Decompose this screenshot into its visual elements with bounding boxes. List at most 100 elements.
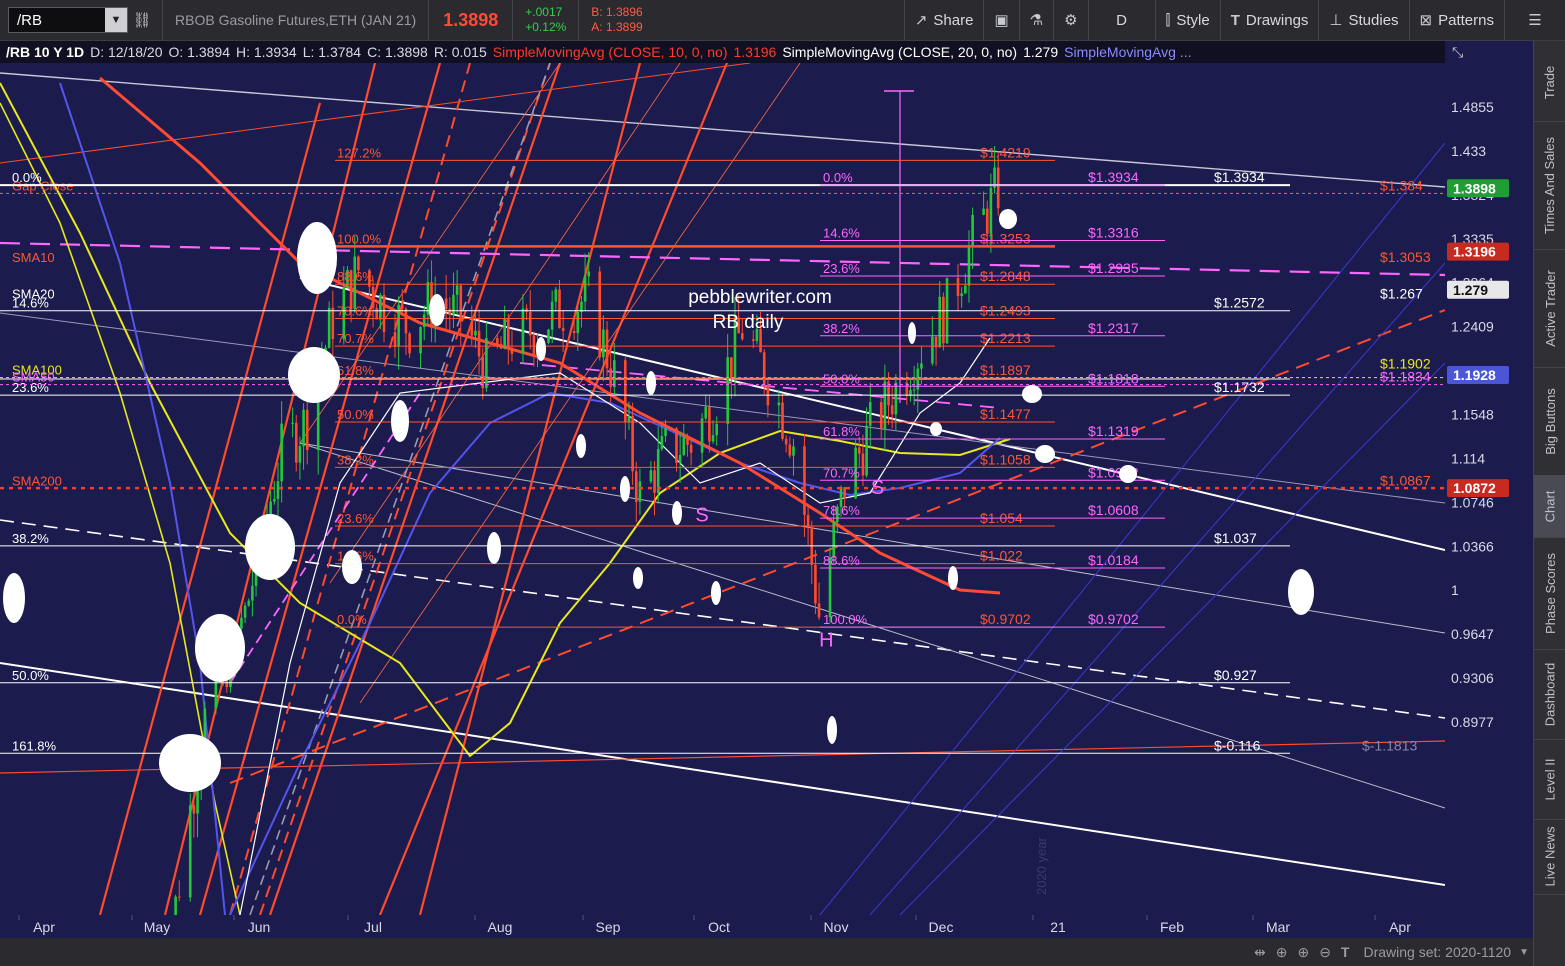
sidebar-tab-live-news[interactable]: Live News [1534, 819, 1565, 895]
ask-value: A: 1.3899 [591, 20, 643, 34]
chart-settings-button[interactable]: ▣ [983, 0, 1018, 40]
candle-bear [653, 470, 656, 493]
candle-bear [879, 402, 883, 429]
menu-button[interactable]: ☰ [1504, 0, 1565, 40]
fib-orange-value: $1.2493 [980, 302, 1031, 318]
sidebar-tab-big-buttons[interactable]: Big Buttons [1534, 367, 1565, 476]
time-tick-label: Jun [248, 919, 271, 935]
highlight-marker [195, 614, 245, 682]
fib-pink-value: $1.2317 [1088, 320, 1139, 336]
sidebar-tab-dashboard[interactable]: Dashboard [1534, 649, 1565, 740]
price-badge-label: 1.3898 [1453, 180, 1496, 196]
chevron-down-icon[interactable]: ▼ [1519, 947, 1529, 958]
fib-left-label: 38.2% [12, 531, 49, 546]
style-label: Style [1176, 11, 1210, 29]
sidebar-tab-trade[interactable]: Trade [1534, 43, 1565, 122]
candle-bull [894, 382, 898, 415]
price-chart[interactable]: 0.0%Gap CloseSMA10SMA2014.6%SMA100SMA502… [0, 63, 1445, 915]
sidebar-tab-active-trader[interactable]: Active Trader [1534, 249, 1565, 368]
candle-bear [525, 308, 528, 312]
candle-bull [638, 481, 642, 502]
sidebar-tab-phase-scores[interactable]: Phase Scores [1534, 537, 1565, 650]
highlight-marker [159, 734, 221, 792]
candle-bear [294, 422, 298, 463]
highlight-marker [999, 209, 1017, 229]
candle-bear [631, 416, 634, 472]
price-tick-label: 1.4855 [1451, 99, 1494, 115]
fib-orange-value: $0.9702 [980, 611, 1031, 627]
fib-orange-value: $1.3253 [980, 230, 1031, 246]
candle-bear [331, 307, 335, 340]
fib-pink-value: $1.0608 [1088, 502, 1139, 518]
time-tick-label: Feb [1160, 919, 1184, 935]
collapse-icon[interactable]: ⤡ [1452, 44, 1463, 61]
candle-bull [379, 294, 382, 320]
candle-bull [678, 455, 682, 463]
patterns-button[interactable]: ⊠ Patterns [1408, 0, 1504, 40]
zoom-in-icon[interactable]: ⊕ [1297, 944, 1309, 961]
sidebar-tab-level-ii[interactable]: Level II [1534, 739, 1565, 820]
candle-bull [726, 357, 729, 424]
sidebar-tab-chart[interactable]: Chart [1534, 475, 1565, 538]
drawings-button[interactable]: T Drawings [1219, 0, 1319, 40]
time-tick-label: Oct [708, 919, 730, 935]
net-change: +.0017 +0.12% [525, 5, 566, 35]
sidebar-tab-label: Times And Sales [1542, 136, 1558, 234]
highlight-marker [948, 566, 958, 590]
zoom-fit-icon[interactable]: ⇹ [1254, 944, 1266, 961]
symbol-selector[interactable]: /RB ▼ [8, 7, 128, 33]
level-price-label: $1.267 [1380, 285, 1423, 301]
level-price-label: $1.3934 [1214, 169, 1265, 185]
highlight-marker [827, 716, 837, 744]
candle-bull [649, 470, 653, 482]
chevron-down-icon[interactable]: ▼ [105, 8, 127, 32]
level-price-label: $1.384 [1380, 177, 1423, 193]
flask-icon: ⚗ [1029, 12, 1044, 29]
candle-bear [605, 329, 609, 369]
studies-lab-button[interactable]: ⚗ [1018, 0, 1053, 40]
menu-icon: ☰ [1528, 12, 1542, 29]
candle-bear [357, 256, 360, 271]
fib-left-label: 23.6% [12, 380, 49, 395]
fib-pink-label: 14.6% [823, 226, 860, 241]
fib-orange-value: $1.022 [980, 548, 1023, 564]
time-axis[interactable]: Apr May Jun Jul Aug Sep Oct Nov Dec 21 Feb Mar Apr [0, 915, 1445, 938]
header-symbol: /RB 10 Y 1D [6, 44, 85, 60]
share-button[interactable]: ↗ Share [903, 0, 984, 40]
sma10-value: 1.3196 [733, 44, 777, 60]
pattern-label: H [819, 629, 833, 651]
price-tick-label: 0.8977 [1451, 714, 1494, 730]
fib-pink-label: 61.8% [823, 424, 860, 439]
time-tick-label: Dec [929, 919, 954, 935]
price-axis[interactable]: 1.48551.4331.38241.33351.28641.24091.154… [1445, 63, 1533, 915]
candle-bull [715, 423, 719, 436]
zoom-out-icon[interactable]: ⊖ [1319, 944, 1331, 961]
candle-bull [298, 446, 302, 463]
style-button[interactable]: ⫿ Style [1154, 0, 1220, 40]
text-icon[interactable]: T [1341, 944, 1350, 960]
sidebar-tab-times-and-sales[interactable]: Times And Sales [1534, 121, 1565, 250]
candle-bear [444, 298, 448, 310]
candle-bear [507, 318, 510, 349]
pattern-label: S [695, 504, 708, 526]
link-icon[interactable]: ⛓ [128, 11, 156, 29]
highlight-marker [297, 222, 337, 294]
level-price-label: $1.2572 [1214, 295, 1265, 311]
price-tick-label: 0.9647 [1451, 626, 1494, 642]
fib-pink-value: $1.0184 [1088, 552, 1139, 568]
aggregation-button[interactable]: D [1087, 0, 1155, 40]
candle-bear [708, 406, 711, 442]
settings-button[interactable]: ⚙ [1053, 0, 1087, 40]
sidebar-tab-label: Trade [1542, 65, 1558, 99]
fib-orange-label: 70.7% [337, 331, 374, 346]
studies-button[interactable]: ⊥ Studies [1318, 0, 1408, 40]
price-tick-label: 0.9306 [1451, 670, 1494, 686]
header-high: H: 1.3934 [235, 44, 297, 60]
fib-orange-label: 23.6% [337, 511, 374, 526]
fib-orange-label: 127.2% [337, 145, 382, 160]
sma20-label: SimpleMovingAvg (CLOSE, 20, 0, no) [782, 44, 1018, 60]
crosshair-icon[interactable]: ⊕ [1276, 944, 1288, 961]
header-low: L: 1.3784 [302, 44, 362, 60]
fib-left-label: SMA10 [12, 250, 55, 265]
candle-bull [474, 330, 477, 336]
